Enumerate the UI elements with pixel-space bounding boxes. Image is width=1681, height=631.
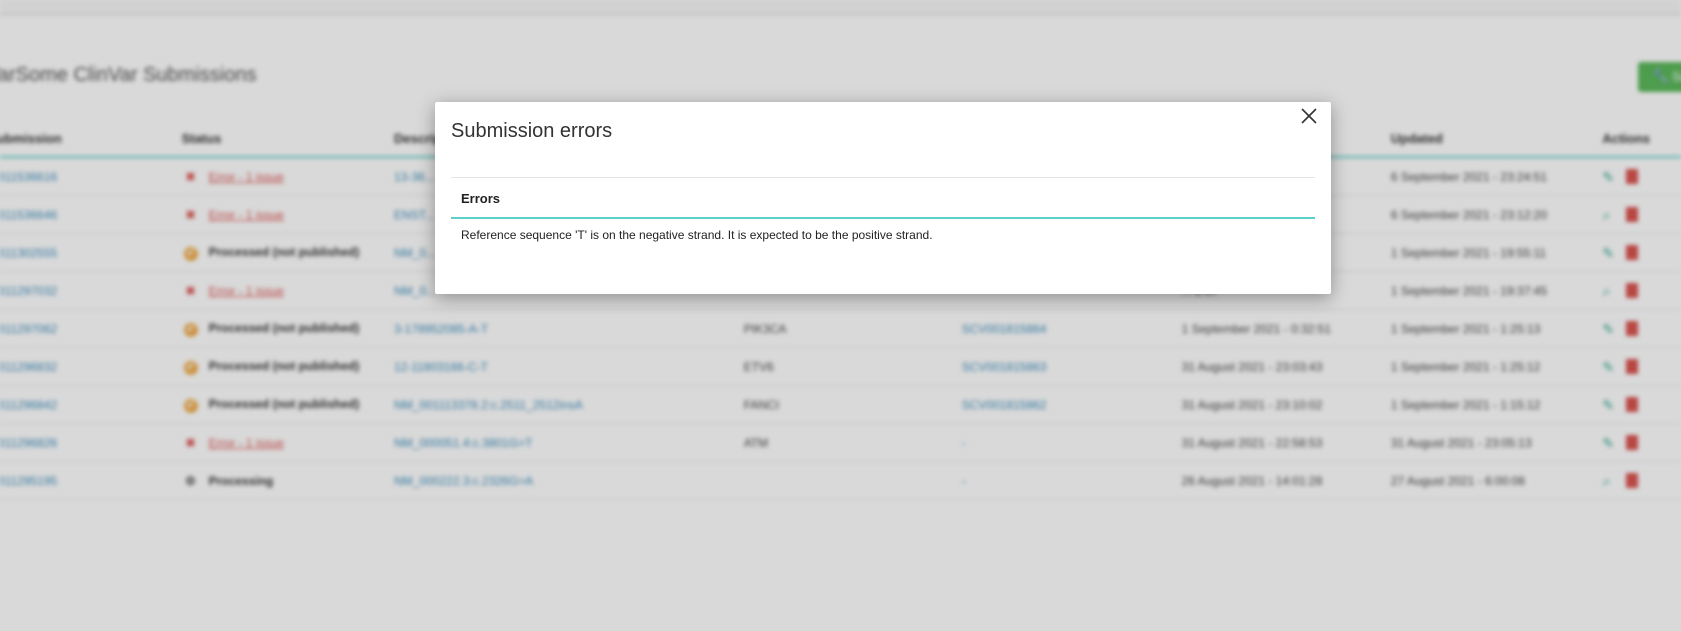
close-icon[interactable] [1297, 104, 1321, 128]
submission-errors-modal: Submission errors Errors Reference seque… [435, 102, 1331, 294]
error-message: Reference sequence 'T' is on the negativ… [461, 228, 933, 242]
modal-title: Submission errors [451, 120, 613, 142]
modal-backdrop[interactable] [0, 0, 1681, 631]
errors-table-header: Errors [451, 178, 1315, 219]
errors-column-header: Errors [461, 191, 501, 206]
